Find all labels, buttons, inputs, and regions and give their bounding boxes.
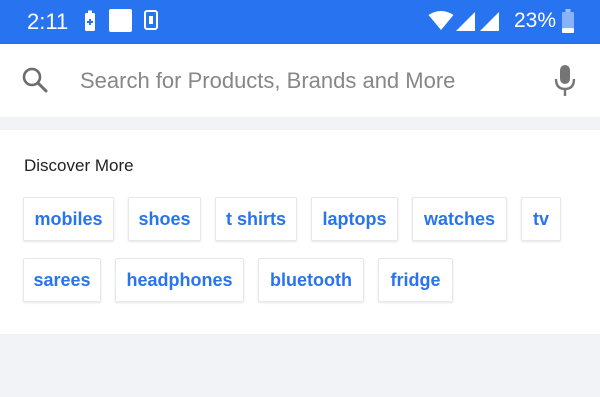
chip-label: shoes xyxy=(138,208,191,229)
cellular-signal-icon xyxy=(456,12,500,37)
status-time: 2:11 xyxy=(27,9,69,34)
suggestion-chip-watches[interactable]: watches xyxy=(412,197,507,241)
chip-label: headphones xyxy=(126,269,233,290)
section-divider xyxy=(0,117,600,130)
sim-icon xyxy=(144,10,158,35)
chip-label: watches xyxy=(423,208,496,229)
chip-label: tv xyxy=(532,208,549,229)
discover-more-title: Discover More xyxy=(24,156,134,175)
suggestion-chip-shoes[interactable]: shoes xyxy=(128,197,201,241)
battery-percent: 23% xyxy=(514,9,557,32)
discover-more-section: Discover More mobiles shoes t shirts lap… xyxy=(0,130,600,334)
empty-content-area xyxy=(0,334,600,397)
wifi-icon xyxy=(428,11,454,36)
notification-square-icon xyxy=(109,9,132,37)
search-icon[interactable] xyxy=(21,66,49,99)
chip-label: t shirts xyxy=(225,208,286,229)
suggestion-chip-sarees[interactable]: sarees xyxy=(23,258,101,302)
battery-icon xyxy=(562,9,574,38)
microphone-icon[interactable] xyxy=(553,64,577,103)
chip-label: fridge xyxy=(390,269,441,290)
chip-label: bluetooth xyxy=(270,269,352,290)
suggestion-chip-bluetooth[interactable]: bluetooth xyxy=(258,258,364,302)
suggestion-chip-t-shirts[interactable]: t shirts xyxy=(215,197,297,241)
suggestion-chip-headphones[interactable]: headphones xyxy=(115,258,244,302)
chip-label: sarees xyxy=(33,269,91,290)
battery-saver-icon xyxy=(83,10,97,37)
chip-label: laptops xyxy=(322,208,387,229)
suggestion-chip-mobiles[interactable]: mobiles xyxy=(23,197,114,241)
chip-label: mobiles xyxy=(34,208,103,229)
search-input[interactable] xyxy=(80,64,540,98)
status-bar: 2:11 23% xyxy=(0,0,600,44)
suggestion-chip-laptops[interactable]: laptops xyxy=(311,197,398,241)
suggestion-chip-tv[interactable]: tv xyxy=(521,197,561,241)
search-bar xyxy=(0,44,600,117)
suggestion-chip-fridge[interactable]: fridge xyxy=(378,258,453,302)
